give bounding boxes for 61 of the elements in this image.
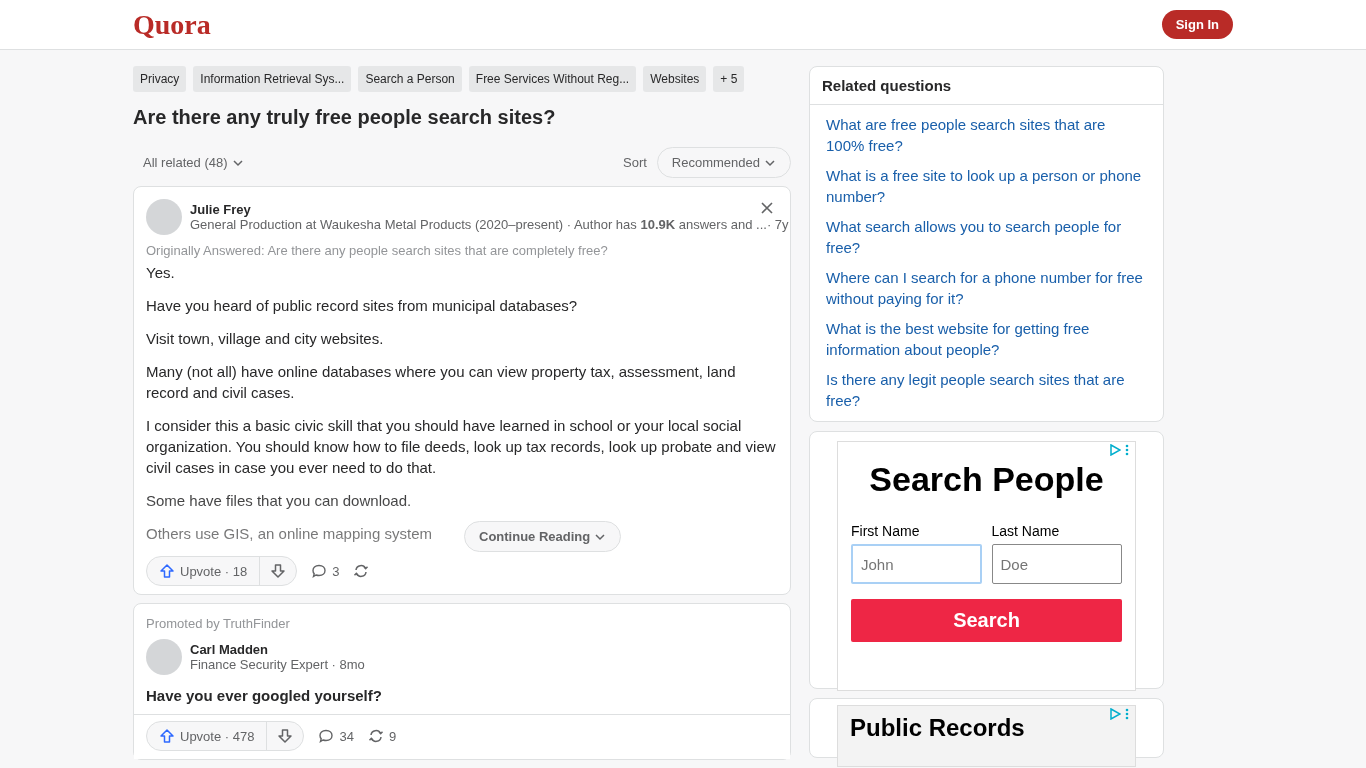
related-question-link[interactable]: What is a free site to look up a person or phone number? xyxy=(810,156,1163,207)
sort-dropdown[interactable]: Recommended xyxy=(656,147,791,178)
question-title: Are there any truly free people search sites? xyxy=(133,106,557,129)
search-button[interactable]: Search xyxy=(851,599,1122,642)
answer-paragraph: Some have files that you can download. xyxy=(146,491,412,511)
upvote-button[interactable]: Upvote · 18 xyxy=(147,557,261,585)
more-topics-chip[interactable]: + 5 xyxy=(713,66,745,92)
field-label: First Name xyxy=(851,523,921,539)
topic-chip[interactable]: Privacy xyxy=(133,66,187,92)
downvote-arrow-icon xyxy=(277,728,294,744)
ad-play-icon[interactable] xyxy=(1109,444,1121,456)
ad-title: Search People xyxy=(868,460,1105,499)
more-options-icon[interactable] xyxy=(1125,444,1129,456)
upvote-button[interactable]: Upvote · 478 xyxy=(147,722,268,750)
originally-answered: Originally Answered: Are there any people search sites that are completely free? xyxy=(146,243,609,258)
reshare-icon xyxy=(353,563,370,579)
promoted-headline: Have you ever googled yourself? xyxy=(146,687,383,704)
answer-paragraph: I consider this a basic civic skill that you should have learned in school or your local social organization. You should know how to file deeds, look up tax records, look up probate and view civil cases in case you ever need to do that. xyxy=(146,416,777,478)
author-name[interactable]: Carl Madden xyxy=(190,642,365,657)
comments-button[interactable]: 34 xyxy=(318,728,354,744)
answer-paragraph: Have you heard of public record sites from municipal databases? xyxy=(146,296,578,316)
related-question-link[interactable]: What is the best website for getting free information about people? xyxy=(810,309,1163,360)
answer-paragraph: Yes. xyxy=(146,263,175,283)
panel-title: Related questions xyxy=(810,67,1163,105)
all-related-dropdown[interactable]: All related (48) xyxy=(143,155,244,170)
answer-paragraph: Visit town, village and city websites. xyxy=(146,329,384,349)
logo[interactable]: Quora xyxy=(133,8,211,41)
answer-paragraph: Many (not all) have online databases where you can view property tax, assessment, land record and civil cases. xyxy=(146,362,737,403)
topic-chip[interactable]: Search a Person xyxy=(358,66,462,92)
first-name-input[interactable]: John xyxy=(851,544,982,584)
comment-icon xyxy=(311,563,328,579)
continue-reading-button[interactable]: Continue Reading xyxy=(464,521,622,552)
share-button[interactable] xyxy=(353,563,370,579)
ad-title: Public Records xyxy=(850,714,1026,742)
topic-chip[interactable]: Free Services Without Reg... xyxy=(468,66,637,92)
answer-paragraph: Others use GIS, an online mapping system xyxy=(146,524,432,544)
related-question-link[interactable]: What search allows you to search people for free? xyxy=(810,207,1163,258)
share-button[interactable]: 9 xyxy=(367,728,397,744)
promoted-label: Promoted by TruthFinder xyxy=(146,616,291,631)
avatar xyxy=(146,639,182,675)
comments-button[interactable]: 3 xyxy=(311,563,340,579)
field-label: Last Name xyxy=(991,523,1061,539)
avatar xyxy=(146,199,182,235)
sign-in-button[interactable]: Sign In xyxy=(1161,10,1233,39)
comment-icon xyxy=(318,728,335,744)
topic-chip[interactable]: Information Retrieval Sys... xyxy=(193,66,352,92)
related-question-link[interactable]: Is there any legit people search sites that are free? xyxy=(810,360,1163,421)
downvote-arrow-icon xyxy=(270,563,287,579)
author-name[interactable]: Julie Frey xyxy=(190,202,778,217)
related-question-link[interactable]: Where can I search for a phone number for free without paying for it? xyxy=(810,258,1163,309)
author-credentials: General Production at Waukesha Metal Products (2020–present) · Author has 10.9K answers and ... xyxy=(190,217,767,232)
answer-age: · 7y xyxy=(766,217,789,232)
related-question-link[interactable]: What are free people search sites that are 100% free? xyxy=(810,105,1163,156)
reshare-icon xyxy=(367,728,384,744)
close-icon[interactable] xyxy=(760,201,774,215)
last-name-input[interactable]: Doe xyxy=(991,544,1122,584)
sort-label: Sort xyxy=(623,155,647,170)
author-credentials: Finance Security Expert · 8mo xyxy=(190,657,365,672)
upvote-arrow-icon xyxy=(159,563,175,579)
topic-chip[interactable]: Websites xyxy=(643,66,707,92)
upvote-arrow-icon xyxy=(159,728,175,744)
